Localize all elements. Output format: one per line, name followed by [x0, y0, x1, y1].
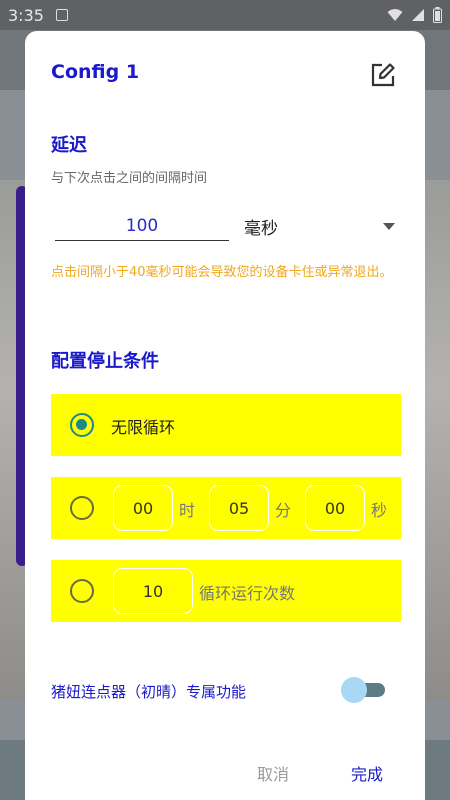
delay-unit-select[interactable]: 毫秒	[244, 211, 399, 241]
signal-icon	[412, 9, 424, 21]
status-bar: 3:35	[0, 0, 450, 30]
option-infinite-loop[interactable]: 无限循环	[51, 394, 401, 456]
status-icons	[387, 7, 442, 23]
delay-unit-label: 毫秒	[244, 218, 278, 239]
radio-loop-count[interactable]	[70, 579, 94, 603]
hours-input[interactable]	[113, 485, 173, 531]
edit-icon[interactable]	[369, 61, 397, 89]
feature-label: 猪妞连点器（初晴）专属功能	[51, 683, 247, 701]
config-dialog: Config 1 延迟 与下次点击之间的间隔时间 毫秒 点击间隔小于40毫秒可能…	[25, 31, 425, 800]
delay-section-title: 延迟	[51, 135, 87, 156]
loop-count-input[interactable]	[113, 568, 193, 614]
delay-warning: 点击间隔小于40毫秒可能会导致您的设备卡住或异常退出。	[51, 265, 393, 280]
minutes-input[interactable]	[209, 485, 269, 531]
battery-icon	[433, 7, 442, 23]
delay-subtitle: 与下次点击之间的间隔时间	[51, 171, 208, 186]
radio-timer[interactable]	[70, 496, 94, 520]
done-button[interactable]: 完成	[351, 761, 383, 785]
chevron-down-icon	[383, 222, 395, 230]
feature-toggle[interactable]	[341, 677, 387, 703]
dialog-title: Config 1	[51, 61, 140, 83]
option-timer[interactable]: 时 分 秒	[51, 477, 401, 539]
delay-input[interactable]	[55, 211, 229, 241]
seconds-unit: 秒	[371, 501, 388, 520]
stop-condition-title: 配置停止条件	[51, 351, 159, 372]
status-time: 3:35	[8, 5, 44, 25]
wifi-icon	[387, 9, 403, 21]
toggle-thumb	[341, 677, 367, 703]
loop-count-label: 循环运行次数	[199, 584, 296, 603]
seconds-input[interactable]	[305, 485, 365, 531]
notification-icon	[55, 9, 68, 21]
cancel-button[interactable]: 取消	[257, 761, 289, 785]
hours-unit: 时	[179, 501, 196, 520]
minutes-unit: 分	[275, 501, 292, 520]
radio-infinite-loop[interactable]	[70, 413, 94, 437]
infinite-loop-label: 无限循环	[111, 418, 176, 437]
option-loop-count[interactable]: 循环运行次数	[51, 560, 401, 622]
